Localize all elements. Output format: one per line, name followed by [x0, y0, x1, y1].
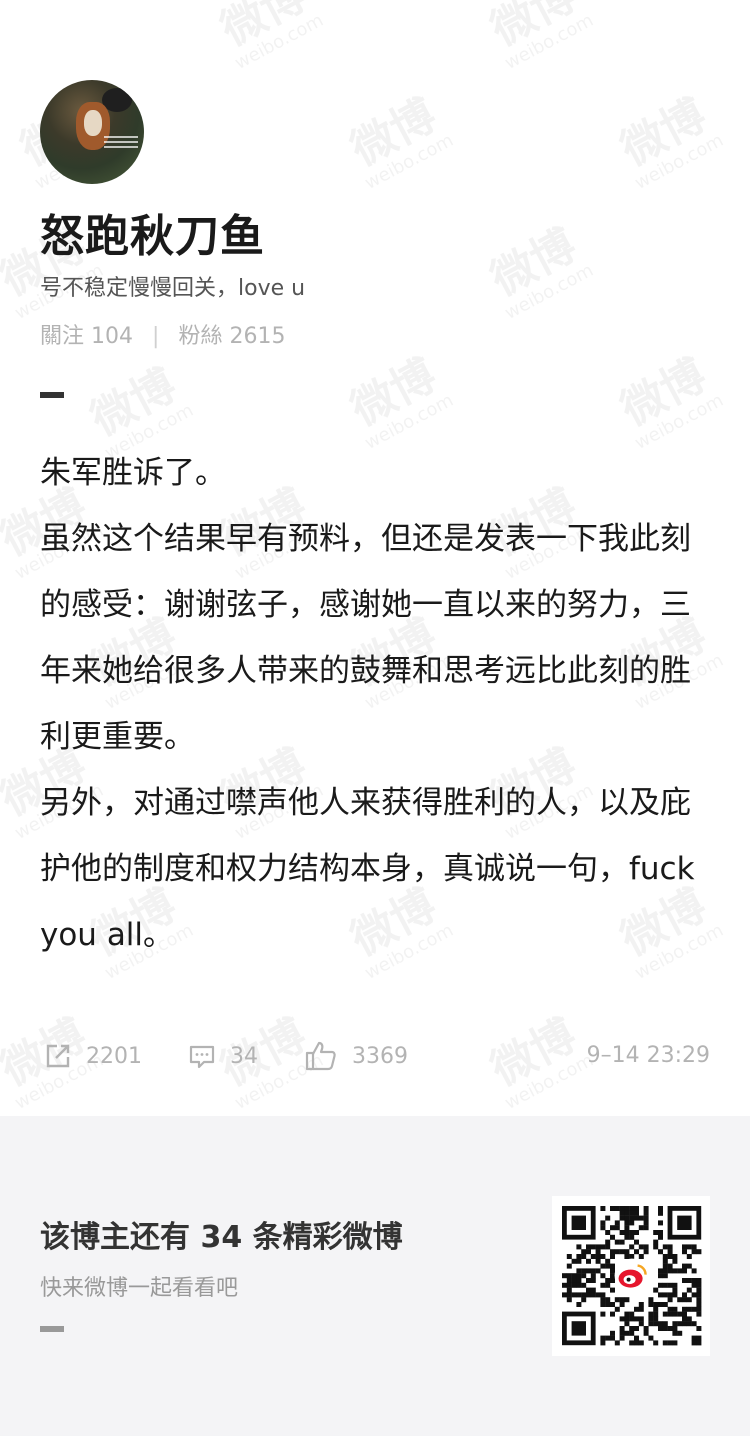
- post-text: 朱军胜诉了。 虽然这个结果早有预料，但还是发表一下我此刻的感受：谢谢弦子，感谢她…: [40, 440, 710, 968]
- action-bar: 2201 34 3369 9–14 23:29: [40, 1036, 710, 1076]
- footer-promo: 该博主还有 34 条精彩微博 快来微博一起看看吧: [0, 1116, 750, 1436]
- more-posts-title: 该博主还有 34 条精彩微博: [40, 1220, 403, 1255]
- avatar[interactable]: [40, 80, 144, 184]
- username[interactable]: 怒跑秋刀鱼: [40, 200, 265, 264]
- post-paragraph: 朱军胜诉了。: [40, 455, 226, 491]
- post-paragraph: 虽然这个结果早有预料，但还是发表一下我此刻的感受：谢谢弦子，感谢她一直以来的努力…: [40, 521, 691, 755]
- footer-divider: [40, 1326, 64, 1332]
- share-icon: [46, 1044, 70, 1068]
- watermark: 微博weibo.com: [612, 349, 727, 454]
- watermark: 微博weibo.com: [212, 0, 327, 74]
- following-label[interactable]: 關注: [40, 324, 84, 349]
- comment-button[interactable]: 34: [188, 1036, 258, 1076]
- follow-stats: 關注 104 | 粉絲 2615: [40, 318, 285, 350]
- thumbs-up-icon: [305, 1041, 336, 1071]
- like-count: 3369: [352, 1043, 408, 1069]
- stats-separator: |: [152, 324, 160, 349]
- share-button[interactable]: 2201: [44, 1036, 142, 1076]
- like-button[interactable]: 3369: [304, 1036, 408, 1076]
- post-timestamp: 9–14 23:29: [586, 1043, 710, 1068]
- post-paragraph: 另外，对通过噤声他人来获得胜利的人，以及庇护他的制度和权力结构本身，真诚说一句，…: [40, 785, 695, 953]
- comment-icon: [189, 1045, 215, 1069]
- following-count[interactable]: 104: [91, 324, 133, 349]
- comment-count: 34: [230, 1043, 258, 1069]
- followers-count[interactable]: 2615: [229, 324, 285, 349]
- qr-code[interactable]: [552, 1196, 710, 1356]
- watermark: 微博weibo.com: [482, 219, 597, 324]
- watermark: 微博weibo.com: [342, 89, 457, 194]
- followers-label[interactable]: 粉絲: [178, 324, 222, 349]
- share-count: 2201: [86, 1043, 142, 1069]
- watermark: 微博weibo.com: [612, 89, 727, 194]
- watermark: 微博weibo.com: [482, 0, 597, 74]
- section-divider: [40, 392, 64, 398]
- watermark: 微博weibo.com: [342, 349, 457, 454]
- user-bio: 号不稳定慢慢回关，love u: [40, 276, 306, 301]
- more-posts-subtitle: 快来微博一起看看吧: [40, 1276, 239, 1301]
